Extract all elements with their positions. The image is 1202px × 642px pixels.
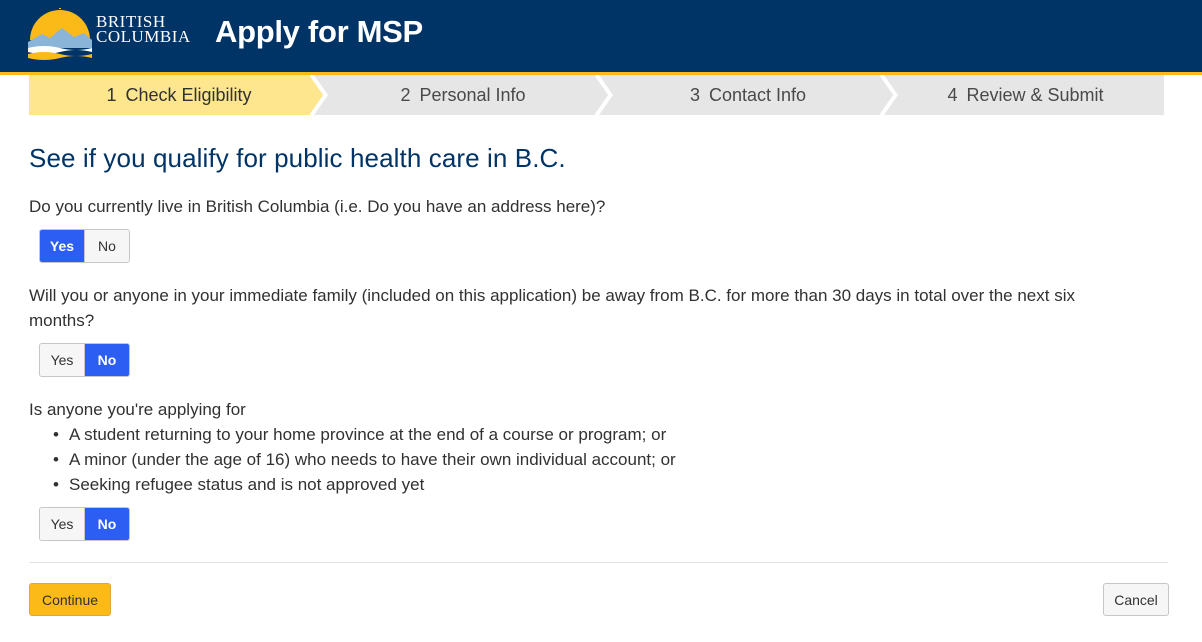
question-live-in-bc: Do you currently live in British Columbi… xyxy=(29,197,606,216)
step-check-eligibility[interactable]: 1 Check Eligibility xyxy=(29,75,329,115)
applying-for-yes-button[interactable]: Yes xyxy=(40,508,84,540)
away-from-bc-yes-button[interactable]: Yes xyxy=(40,344,84,376)
applying-for-no-button[interactable]: No xyxy=(84,508,129,540)
app-title: Apply for MSP xyxy=(215,14,423,49)
step-contact-info[interactable]: 3 Contact Info xyxy=(602,75,894,115)
progress-stepper: 1 Check Eligibility 2 Personal Info 3 Co… xyxy=(29,75,1164,115)
away-from-bc-toggle: Yes No xyxy=(39,343,130,377)
step-number: 4 xyxy=(947,84,958,105)
continue-button[interactable]: Continue xyxy=(29,583,111,616)
list-item: A student returning to your home provinc… xyxy=(53,422,676,447)
step-number: 3 xyxy=(689,84,700,105)
step-review-submit[interactable]: 4 Review & Submit xyxy=(887,75,1164,115)
list-item: Seeking refugee status and is not approv… xyxy=(53,472,676,497)
step-label: Personal Info xyxy=(419,84,526,105)
question-away-from-bc: Will you or anyone in your immediate fam… xyxy=(29,286,1075,330)
bc-logo-wordmark: BRITISH COLUMBIA xyxy=(96,13,191,46)
live-in-bc-yes-button[interactable]: Yes xyxy=(40,230,84,262)
applying-for-list: A student returning to your home provinc… xyxy=(53,422,676,497)
logo-line-2: COLUMBIA xyxy=(96,27,191,46)
step-label: Contact Info xyxy=(708,84,807,105)
step-number: 2 xyxy=(400,84,411,105)
question-applying-for: Is anyone you're applying for xyxy=(29,400,246,419)
app-header: BRITISH COLUMBIA Apply for MSP xyxy=(0,0,1202,75)
live-in-bc-toggle: Yes No xyxy=(39,229,130,263)
applying-for-toggle: Yes No xyxy=(39,507,130,541)
step-personal-info[interactable]: 2 Personal Info xyxy=(317,75,609,115)
step-label: Check Eligibility xyxy=(125,84,252,105)
step-label: Review & Submit xyxy=(966,84,1104,105)
away-from-bc-no-button[interactable]: No xyxy=(84,344,129,376)
list-item: A minor (under the age of 16) who needs … xyxy=(53,447,676,472)
cancel-button[interactable]: Cancel xyxy=(1103,583,1169,616)
live-in-bc-no-button[interactable]: No xyxy=(84,230,129,262)
page-heading: See if you qualify for public health car… xyxy=(29,143,566,173)
section-divider xyxy=(29,562,1168,563)
step-number: 1 xyxy=(106,84,117,105)
